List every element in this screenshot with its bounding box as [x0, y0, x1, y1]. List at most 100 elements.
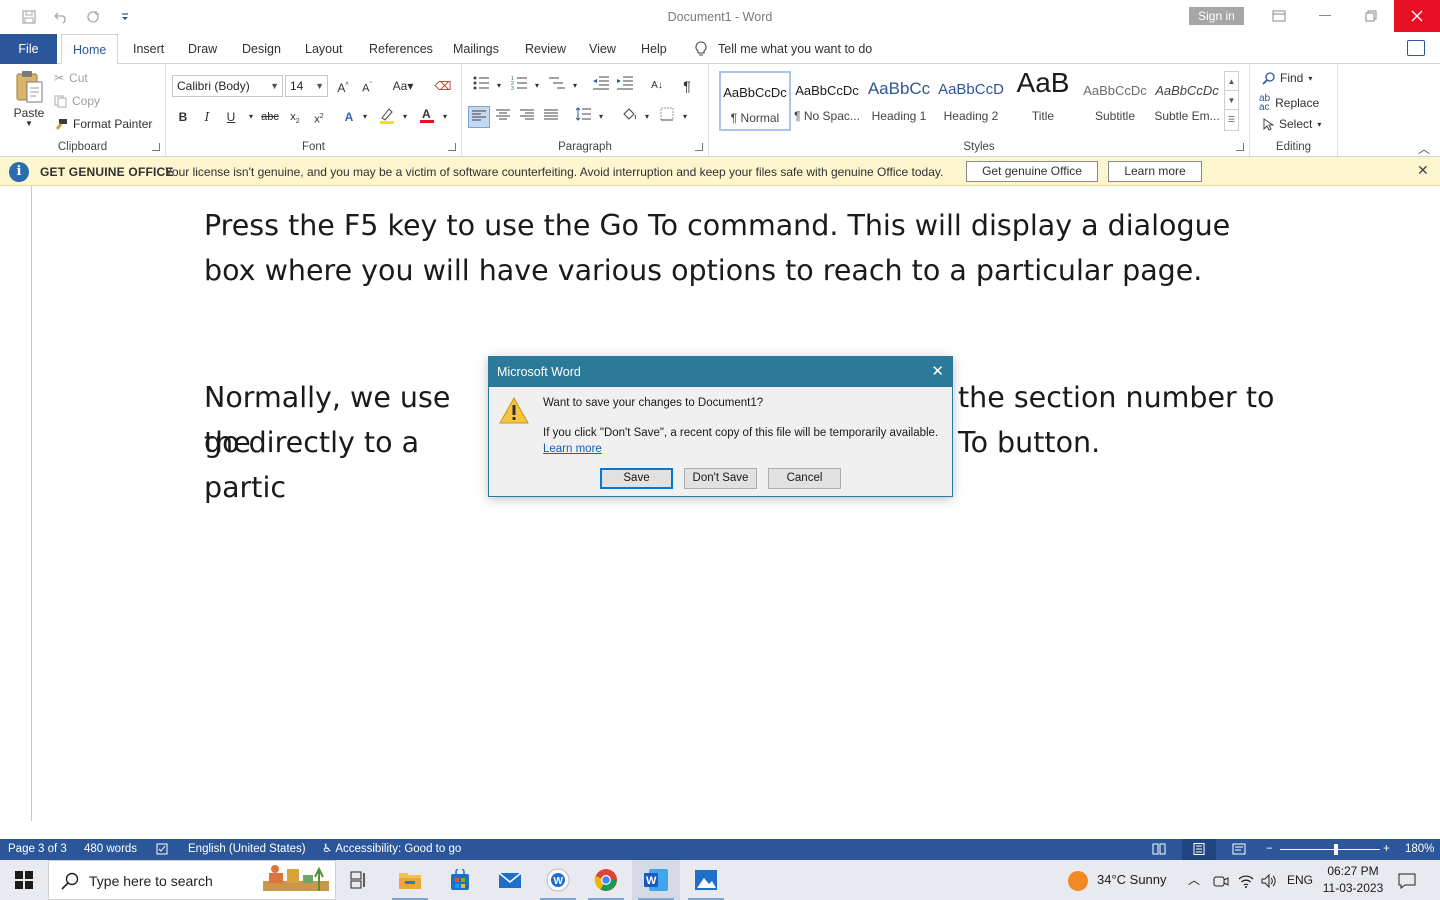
chrome-icon[interactable]	[582, 860, 630, 900]
italic-icon[interactable]: I	[196, 106, 218, 128]
wifi-icon[interactable]	[1238, 860, 1254, 900]
clock[interactable]: 06:27 PM 11-03-2023	[1322, 863, 1384, 897]
tab-layout[interactable]: Layout	[294, 34, 354, 64]
meet-now-icon[interactable]	[1213, 860, 1229, 900]
style-normal[interactable]: AaBbCcDc ¶ Normal	[719, 71, 791, 131]
dont-save-button[interactable]: Don't Save	[684, 468, 757, 489]
format-painter-button[interactable]: Format Painter	[54, 117, 152, 131]
accessibility-status[interactable]: ♿ Accessibility: Good to go	[322, 839, 461, 860]
bold-icon[interactable]: B	[172, 106, 194, 128]
zoom-level[interactable]: 180%	[1405, 839, 1434, 860]
comments-icon[interactable]	[1407, 40, 1425, 56]
page-count[interactable]: Page 3 of 3	[8, 839, 67, 860]
multilevel-dropdown-icon[interactable]: ▾	[564, 75, 586, 97]
align-right-icon[interactable]	[516, 106, 538, 128]
restore-icon[interactable]	[1348, 0, 1394, 32]
change-case-icon[interactable]: Aa▾	[388, 75, 418, 97]
zoom-slider-track[interactable]	[1280, 849, 1380, 850]
copy-button[interactable]: Copy	[54, 94, 100, 108]
strikethrough-icon[interactable]: abc	[259, 106, 281, 128]
tab-file[interactable]: File	[0, 34, 57, 64]
align-left-icon[interactable]	[468, 106, 490, 128]
style-subtle-emphasis[interactable]: AaBbCcDc Subtle Em...	[1151, 71, 1223, 131]
gallery-down-icon[interactable]: ▼	[1225, 91, 1238, 110]
tab-help[interactable]: Help	[630, 34, 678, 64]
line-spacing-dropdown-icon[interactable]: ▾	[590, 106, 612, 128]
gallery-up-icon[interactable]: ▲	[1225, 72, 1238, 91]
store-icon[interactable]	[436, 860, 484, 900]
zoom-out-icon[interactable]: −	[1266, 839, 1273, 860]
proofing-icon[interactable]	[156, 839, 170, 860]
grow-font-icon[interactable]: A^	[332, 75, 354, 97]
tab-references[interactable]: References	[358, 34, 444, 64]
bullets-dropdown-icon[interactable]: ▾	[488, 75, 510, 97]
learn-more-button[interactable]: Learn more	[1108, 161, 1202, 182]
font-launcher-icon[interactable]	[448, 143, 456, 151]
style-heading-2[interactable]: AaBbCcD Heading 2	[935, 71, 1007, 131]
sort-icon[interactable]: A↓	[646, 75, 668, 97]
tab-review[interactable]: Review	[514, 34, 577, 64]
borders-dropdown-icon[interactable]: ▾	[674, 106, 696, 128]
task-view-icon[interactable]	[336, 860, 384, 900]
weather-sun-icon[interactable]	[1067, 870, 1089, 895]
word-app-icon[interactable]: W	[632, 860, 680, 900]
close-banner-icon[interactable]: ✕	[1417, 162, 1429, 179]
font-size-combo[interactable]: 14 ▼	[285, 75, 328, 97]
styles-launcher-icon[interactable]	[1236, 143, 1244, 151]
find-button[interactable]: Find ▾	[1262, 71, 1312, 85]
taskbar-search-box[interactable]: Type here to search	[48, 860, 336, 900]
tab-home[interactable]: Home	[61, 34, 119, 65]
ribbon-display-options-icon[interactable]	[1256, 0, 1302, 32]
subscript-icon[interactable]: x2	[284, 106, 306, 128]
numbering-dropdown-icon[interactable]: ▾	[526, 75, 548, 97]
cancel-button[interactable]: Cancel	[768, 468, 841, 489]
print-layout-icon[interactable]	[1182, 839, 1216, 860]
word-count[interactable]: 480 words	[84, 839, 137, 860]
dialog-learn-more-link[interactable]: Learn more	[543, 443, 602, 455]
photos-icon[interactable]	[682, 860, 730, 900]
document-area[interactable]: Press the F5 key to use the Go To comman…	[0, 186, 1440, 839]
web-layout-icon[interactable]	[1232, 839, 1246, 860]
get-genuine-office-button[interactable]: Get genuine Office	[966, 161, 1098, 182]
style-title[interactable]: AaB Title	[1007, 67, 1079, 131]
weather-text[interactable]: 34°C Sunny	[1097, 860, 1167, 900]
font-name-combo[interactable]: Calibri (Body) ▼	[172, 75, 283, 97]
highlight-dropdown-icon[interactable]: ▾	[394, 106, 416, 128]
tab-insert[interactable]: Insert	[122, 34, 175, 64]
input-language[interactable]: ENG	[1287, 860, 1313, 900]
style-heading-1[interactable]: AaBbCc Heading 1	[863, 71, 935, 131]
tab-view[interactable]: View	[578, 34, 627, 64]
style-subtitle[interactable]: AaBbCcDc Subtitle	[1079, 71, 1151, 131]
word-online-icon[interactable]: W	[534, 860, 582, 900]
decrease-indent-icon[interactable]	[590, 75, 612, 97]
tab-mailings[interactable]: Mailings	[442, 34, 510, 64]
align-center-icon[interactable]	[492, 106, 514, 128]
language[interactable]: English (United States)	[188, 839, 306, 860]
show-formatting-marks-icon[interactable]: ¶	[676, 75, 698, 97]
volume-icon[interactable]	[1261, 860, 1277, 900]
shading-dropdown-icon[interactable]: ▾	[636, 106, 658, 128]
dialog-close-icon[interactable]: ✕	[931, 357, 944, 387]
tell-me-box[interactable]: Tell me what you want to do	[694, 34, 872, 64]
replace-button[interactable]: ab ac Replace	[1259, 94, 1319, 113]
show-hidden-icons-icon[interactable]: ︿	[1188, 860, 1200, 900]
shrink-font-icon[interactable]: Aˇ	[356, 75, 378, 97]
font-color-dropdown-icon[interactable]: ▾	[434, 106, 456, 128]
undo-icon[interactable]	[50, 8, 72, 26]
mail-icon[interactable]	[486, 860, 534, 900]
underline-icon[interactable]: U	[220, 106, 242, 128]
zoom-slider-thumb[interactable]	[1334, 844, 1338, 855]
style-no-spacing[interactable]: AaBbCcDc ¶ No Spac...	[791, 71, 863, 131]
text-effects-dropdown-icon[interactable]: ▾	[354, 106, 376, 128]
read-mode-icon[interactable]	[1152, 839, 1166, 860]
collapse-ribbon-icon[interactable]: ︿	[1418, 140, 1430, 157]
file-explorer-icon[interactable]	[386, 860, 434, 900]
zoom-in-icon[interactable]: +	[1383, 839, 1390, 860]
cut-button[interactable]: ✂ Cut	[54, 71, 88, 85]
save-button[interactable]: Save	[600, 468, 673, 489]
gallery-more-icon[interactable]: ☰	[1225, 110, 1238, 129]
increase-indent-icon[interactable]	[614, 75, 636, 97]
customize-qat-icon[interactable]	[114, 8, 136, 26]
minimize-icon[interactable]	[1302, 0, 1348, 32]
notifications-icon[interactable]	[1398, 860, 1416, 900]
